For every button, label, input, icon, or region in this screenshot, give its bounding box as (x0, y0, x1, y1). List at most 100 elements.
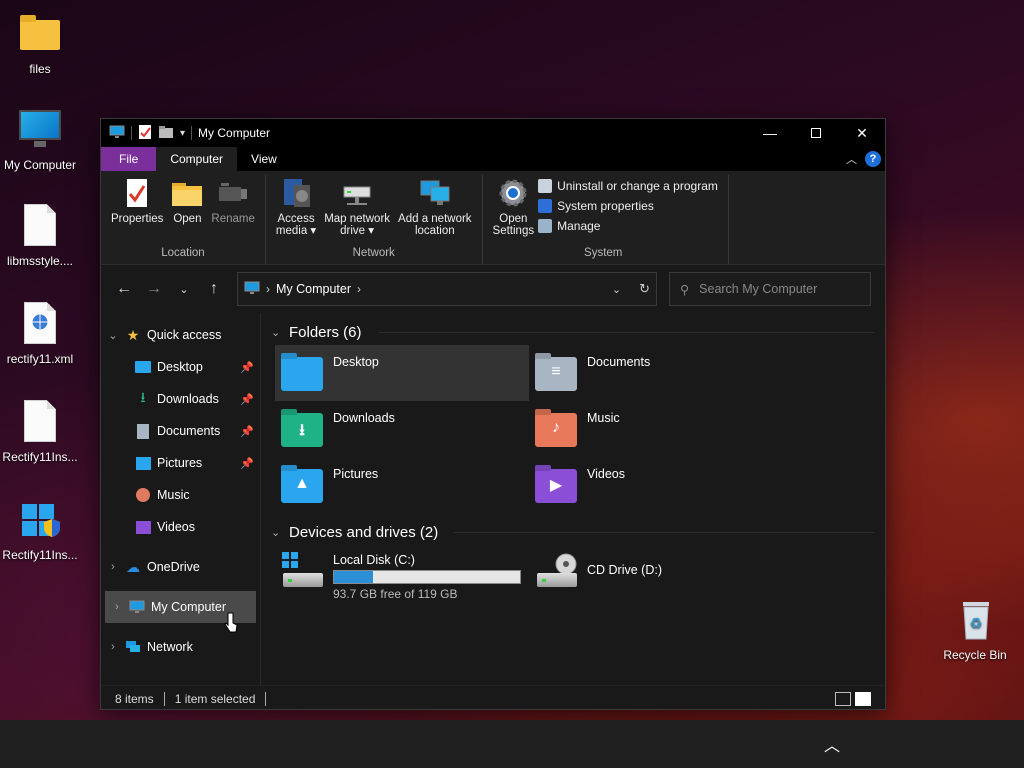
desktop-folder-icon (135, 359, 151, 375)
pin-icon: 📌 (240, 457, 254, 470)
help-icon[interactable]: ? (865, 151, 881, 167)
sidebar-item-desktop[interactable]: Desktop 📌 (101, 351, 260, 383)
close-button[interactable]: ✕ (839, 119, 885, 147)
tab-view[interactable]: View (237, 147, 291, 171)
rename-button[interactable]: Rename (207, 175, 258, 245)
show-hidden-icons-icon[interactable]: ︿ (822, 732, 842, 756)
chevron-right-icon[interactable]: › (101, 641, 125, 653)
folder-label: Desktop (333, 355, 379, 369)
sidebar-item-music[interactable]: Music (101, 479, 260, 511)
sidebar-item-videos[interactable]: Videos (101, 511, 260, 543)
desktop-icon-label: My Computer (3, 158, 77, 172)
monitor-icon (244, 281, 260, 298)
drive-usage-bar (333, 570, 521, 584)
folders-section-header[interactable]: ⌄ Folders (6) (271, 319, 875, 345)
ribbon-group-system: Open Settings Uninstall or change a progr… (483, 175, 729, 264)
chevron-down-icon: ⌄ (271, 326, 281, 339)
desktop-icon-my-computer[interactable]: My Computer (0, 108, 80, 172)
manage-link[interactable]: Manage (538, 219, 718, 233)
forward-button[interactable]: → (139, 274, 169, 304)
drive-tile-c[interactable]: Local Disk (C:) 93.7 GB free of 119 GB (275, 549, 529, 603)
window-title: My Computer (198, 126, 271, 140)
folder-tile-desktop[interactable]: Desktop (275, 345, 529, 401)
uninstall-program-link[interactable]: Uninstall or change a program (538, 179, 718, 193)
open-button[interactable]: Open (167, 175, 207, 245)
access-media-button[interactable]: Access media ▾ (272, 175, 320, 245)
up-button[interactable]: ↑ (199, 274, 229, 304)
blank-file-icon (18, 204, 62, 248)
desktop-icon-files[interactable]: files (0, 12, 80, 76)
drives-section-header[interactable]: ⌄ Devices and drives (2) (271, 519, 875, 545)
customize-toolbar-icon[interactable]: ▾ (180, 128, 185, 139)
address-bar[interactable]: › My Computer › ⌄ ↻ (237, 272, 657, 306)
add-network-location-button[interactable]: Add a network location (394, 175, 476, 245)
desktop-icon-label: files (29, 62, 51, 76)
ribbon: Properties Open Rename Location Access me… (101, 171, 885, 265)
network-drive-icon (341, 177, 373, 209)
media-icon (280, 177, 312, 209)
desktop-icon-libmsstyle[interactable]: libmsstyle.... (0, 204, 80, 268)
folder-tile-pictures[interactable]: ▲ Pictures (275, 457, 529, 513)
chevron-right-icon[interactable]: › (105, 601, 129, 613)
new-folder-icon[interactable] (158, 125, 174, 142)
folder-tile-downloads[interactable]: ⭳ Downloads (275, 401, 529, 457)
search-placeholder: Search My Computer (699, 282, 818, 296)
monitor-icon (129, 599, 145, 615)
folder-tile-music[interactable]: ♪ Music (529, 401, 783, 457)
desktop-icon-rectify11-xml[interactable]: rectify11.xml (0, 302, 80, 366)
minimize-button[interactable]: — (747, 119, 793, 147)
large-icons-view-icon[interactable] (855, 691, 871, 706)
collapse-ribbon-icon[interactable]: ︿ (846, 151, 857, 167)
drive-tile-d[interactable]: CD Drive (D:) (529, 549, 783, 603)
chevron-down-icon: ⌄ (271, 526, 281, 539)
chevron-right-icon[interactable]: › (101, 561, 125, 573)
sidebar-item-label: Network (147, 640, 193, 654)
folder-tile-videos[interactable]: ▶ Videos (529, 457, 783, 513)
pictures-icon (135, 455, 151, 471)
tab-computer[interactable]: Computer (156, 147, 238, 171)
system-properties-link[interactable]: System properties (538, 199, 718, 213)
sidebar-item-downloads[interactable]: ⭳ Downloads 📌 (101, 383, 260, 415)
properties-icon[interactable] (138, 124, 152, 143)
desktop-icon-rectify11-installer-file[interactable]: Rectify11Ins... (0, 400, 80, 464)
folder-tile-documents[interactable]: ≡ Documents (529, 345, 783, 401)
sidebar-item-network[interactable]: › Network (101, 631, 260, 663)
mouse-cursor-icon (224, 612, 238, 634)
star-icon: ★ (126, 326, 140, 343)
breadcrumb-item[interactable]: My Computer (276, 282, 351, 296)
sidebar-item-documents[interactable]: Documents 📌 (101, 415, 260, 447)
sidebar-item-label: Desktop (157, 360, 203, 374)
map-network-drive-button[interactable]: Map network drive ▾ (320, 175, 394, 245)
details-view-icon[interactable] (835, 691, 851, 706)
navigation-bar: ← → ⌄ ↑ › My Computer › ⌄ ↻ ⚲ Search My … (101, 265, 885, 313)
open-settings-button[interactable]: Open Settings (489, 175, 539, 245)
chevron-down-icon[interactable]: ⌄ (101, 329, 125, 342)
close-icon: ✕ (856, 124, 868, 141)
open-folder-icon (171, 177, 203, 209)
desktop-icon-recycle-bin[interactable]: ♻ Recycle Bin (935, 598, 1015, 662)
tab-file[interactable]: File (101, 147, 157, 171)
back-button[interactable]: ← (109, 274, 139, 304)
folder-label: Videos (587, 467, 625, 481)
svg-text:♻: ♻ (970, 616, 983, 632)
network-location-icon (419, 177, 451, 209)
breadcrumb-separator-icon: › (266, 282, 270, 296)
recent-locations-button[interactable]: ⌄ (169, 274, 199, 304)
desktop-icon-label: Rectify11Ins... (2, 548, 78, 562)
refresh-icon[interactable]: ↻ (639, 281, 650, 297)
search-box[interactable]: ⚲ Search My Computer (669, 272, 871, 306)
address-dropdown-icon[interactable]: ⌄ (612, 283, 621, 296)
sidebar-item-quick-access[interactable]: ⌄ ★ Quick access (101, 319, 260, 351)
pin-icon: 📌 (240, 425, 254, 438)
back-arrow-icon: ← (116, 280, 132, 297)
cloud-icon: ☁ (126, 558, 140, 575)
desktop-icon-rectify11-installer[interactable]: Rectify11Ins... (0, 498, 80, 562)
title-bar[interactable]: ▾ My Computer — ✕ (101, 119, 885, 147)
folder-label: Music (587, 411, 620, 425)
sidebar-item-onedrive[interactable]: › ☁ OneDrive (101, 551, 260, 583)
maximize-button[interactable] (793, 119, 839, 147)
properties-button[interactable]: Properties (107, 175, 167, 245)
sidebar-item-pictures[interactable]: Pictures 📌 (101, 447, 260, 479)
map-drive-label-line1: Map network (324, 213, 391, 225)
breadcrumb-chevron-icon[interactable]: › (357, 282, 361, 296)
